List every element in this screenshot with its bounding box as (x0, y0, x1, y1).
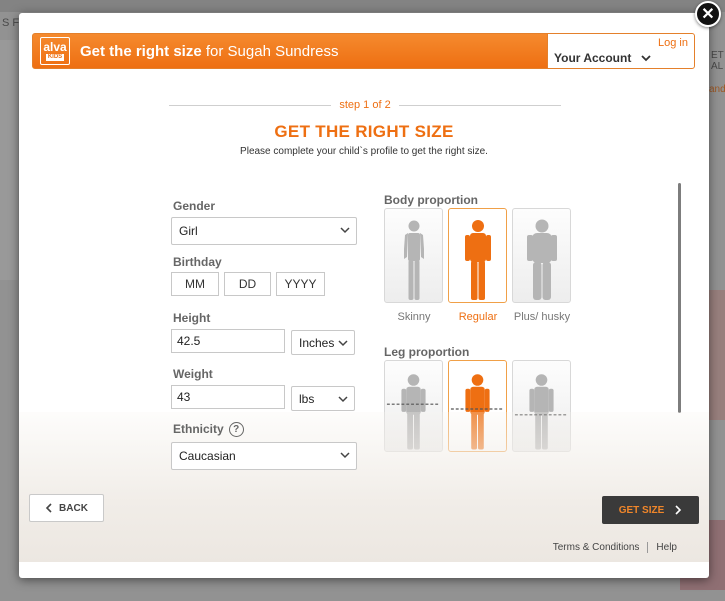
height-unit-value: Inches (299, 335, 335, 350)
step-text: step 1 of 2 (339, 99, 391, 111)
height-input[interactable]: 42.5 (171, 329, 285, 353)
header-title: Get the right size for Sugah Sundress (80, 43, 338, 60)
alva-kids-logo: alva KIDS (40, 37, 70, 65)
chevron-down-icon (340, 227, 350, 234)
chevron-down-icon (338, 396, 348, 403)
body-caption-plus-husky: Plus/ husky (513, 311, 571, 323)
gender-label: Gender (173, 199, 216, 213)
gender-select[interactable]: Girl (171, 217, 357, 245)
bottom-fade (19, 412, 709, 562)
chevron-left-icon (45, 503, 52, 513)
weight-unit-select[interactable]: lbs (291, 386, 355, 411)
logo-main-text: alva (43, 40, 67, 54)
help-icon[interactable]: ? (228, 422, 244, 438)
close-modal-button[interactable]: ✕ (695, 1, 721, 27)
modal-header: alva KIDS Get the right size for Sugah S… (32, 33, 695, 69)
page-subtitle: Please complete your child`s profile to … (240, 146, 488, 157)
logo-sub-text: KIDS (45, 54, 65, 61)
height-label: Height (173, 311, 211, 325)
weight-input[interactable]: 43 (171, 385, 285, 409)
step-divider (398, 104, 561, 106)
back-label: BACK (59, 502, 88, 514)
ethnicity-label: Ethnicity? (173, 422, 244, 438)
get-size-label: GET SIZE (618, 504, 665, 516)
footer-links: Terms & Conditions Help (553, 542, 677, 553)
body-caption-regular: Regular (458, 311, 498, 323)
account-label: Your Account (554, 51, 632, 65)
header-title-bold: Get the right size (80, 42, 202, 60)
help-link[interactable]: Help (656, 542, 677, 553)
step-indicator: step 1 of 2 (169, 99, 561, 111)
account-menu[interactable]: Log in Your Account (547, 34, 694, 68)
body-caption-skinny: Skinny (397, 311, 431, 323)
login-link[interactable]: Log in (658, 37, 688, 49)
step-divider (169, 104, 332, 106)
ethnicity-select[interactable]: Caucasian (171, 442, 357, 470)
regular-body-icon (464, 220, 491, 300)
chevron-right-icon (675, 505, 682, 515)
birthday-year-input[interactable]: YYYY (276, 272, 325, 296)
ethnicity-label-text: Ethnicity (173, 422, 224, 436)
page-title: GET THE RIGHT SIZE (274, 122, 454, 141)
body-proportion-label: Body proportion (384, 193, 478, 207)
get-size-button[interactable]: GET SIZE (602, 496, 699, 524)
birthday-day-input[interactable]: DD (224, 272, 271, 296)
footer-divider (647, 542, 649, 553)
scrollbar[interactable] (678, 183, 681, 413)
chevron-down-icon (641, 55, 651, 62)
chevron-down-icon (338, 340, 348, 347)
birthday-month-input[interactable]: MM (171, 272, 219, 296)
body-option-regular[interactable] (448, 208, 507, 303)
body-option-skinny[interactable] (384, 208, 443, 303)
account-dropdown[interactable]: Your Account (554, 51, 651, 65)
skinny-body-icon (403, 220, 424, 300)
gender-value: Girl (179, 224, 198, 238)
weight-unit-value: lbs (299, 391, 315, 406)
close-icon: ✕ (701, 6, 715, 23)
birthday-label: Birthday (173, 255, 222, 269)
plus-body-icon (526, 219, 557, 300)
back-button[interactable]: BACK (29, 494, 104, 522)
weight-label: Weight (173, 367, 213, 381)
terms-link[interactable]: Terms & Conditions (553, 542, 640, 553)
chevron-down-icon (340, 452, 350, 459)
size-modal: alva KIDS Get the right size for Sugah S… (19, 13, 709, 578)
body-option-plus-husky[interactable] (512, 208, 571, 303)
header-title-product: for Sugah Sundress (205, 42, 339, 60)
leg-proportion-label: Leg proportion (384, 345, 470, 359)
ethnicity-value: Caucasian (179, 449, 236, 463)
height-unit-select[interactable]: Inches (291, 330, 355, 355)
